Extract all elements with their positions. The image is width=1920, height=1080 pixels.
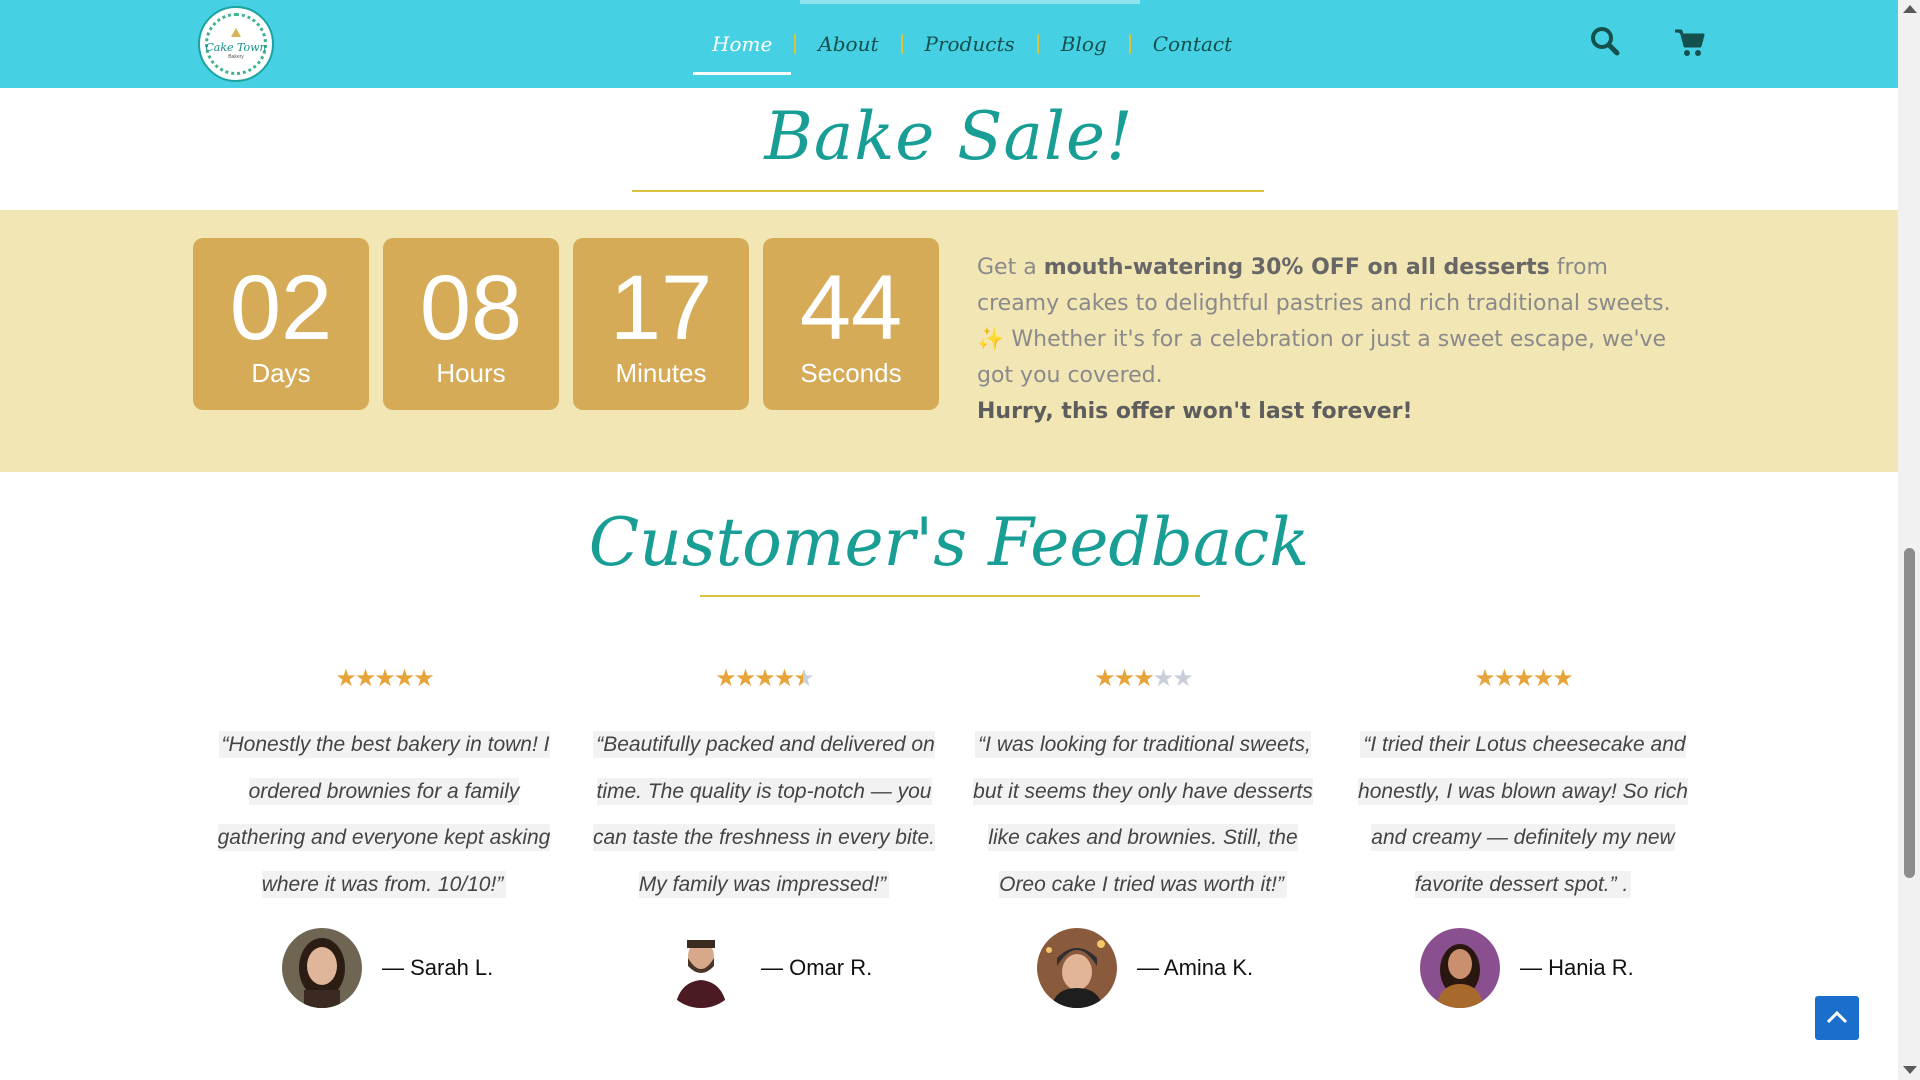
review-quote: “I was looking for traditional sweets, b… bbox=[973, 731, 1313, 898]
countdown-days: 02 Days bbox=[193, 238, 369, 410]
offer-prefix: Get a bbox=[977, 255, 1044, 280]
countdown-value: 17 bbox=[609, 257, 713, 359]
review-card: ★★★★★ “Beautifully packed and delivered … bbox=[586, 664, 942, 908]
sparkle-icon: ✨ bbox=[977, 327, 1005, 352]
logo-cake-icon bbox=[231, 28, 241, 37]
star-empty-icon: ★ bbox=[1172, 665, 1193, 692]
review-card: ★★★★★ “I was looking for traditional swe… bbox=[965, 664, 1321, 908]
star-icon: ★ bbox=[1513, 665, 1534, 692]
star-icon: ★ bbox=[335, 665, 356, 692]
star-rating: ★★★★★ bbox=[965, 664, 1321, 692]
scroll-to-top-button[interactable] bbox=[1815, 996, 1859, 1040]
star-icon: ★ bbox=[1532, 665, 1554, 692]
logo[interactable]: Cake Town Bakery bbox=[198, 6, 274, 82]
star-icon: ★ bbox=[715, 665, 736, 692]
main-nav: Home About Products Blog Contact bbox=[690, 0, 1254, 88]
scroll-down-arrow[interactable] bbox=[1903, 1066, 1917, 1074]
star-rating: ★★★★★ bbox=[586, 664, 942, 692]
star-icon: ★ bbox=[393, 665, 415, 692]
countdown-label: Seconds bbox=[800, 358, 902, 388]
author-name: — Omar R. bbox=[761, 955, 873, 980]
logo-text: Cake Town bbox=[205, 41, 267, 54]
review-card: ★★★★★ “I tried their Lotus cheesecake an… bbox=[1345, 664, 1701, 908]
title-underline bbox=[700, 595, 1200, 597]
star-icon: ★ bbox=[1493, 665, 1515, 692]
star-icon: ★ bbox=[413, 665, 434, 692]
bake-sale-title: Bake Sale! bbox=[764, 98, 1134, 175]
logo-subtext: Bakery bbox=[228, 54, 244, 60]
star-empty-icon: ★ bbox=[1152, 665, 1174, 692]
countdown-label: Hours bbox=[436, 358, 506, 388]
countdown-label: Minutes bbox=[615, 358, 707, 388]
avatar bbox=[1037, 928, 1117, 1008]
avatar bbox=[661, 928, 741, 1008]
offer-highlight: mouth-watering 30% OFF on all desserts bbox=[1043, 255, 1550, 280]
review-author: — Omar R. bbox=[661, 928, 872, 1008]
star-icon: ★ bbox=[354, 665, 376, 692]
avatar bbox=[282, 928, 362, 1008]
countdown-label: Days bbox=[251, 358, 311, 388]
countdown-hours: 08 Hours bbox=[383, 238, 559, 410]
star-icon: ★ bbox=[1094, 665, 1115, 692]
review-quote: “Beautifully packed and delivered on tim… bbox=[592, 731, 936, 898]
feedback-title: Customer's Feedback bbox=[588, 504, 1310, 581]
review-quote: “Honestly the best bakery in town! I ord… bbox=[217, 731, 551, 898]
nav-contact[interactable]: Contact bbox=[1131, 0, 1254, 88]
star-icon: ★ bbox=[1474, 665, 1495, 692]
title-underline bbox=[632, 190, 1264, 192]
site-header: Cake Town Bakery Home About Products Blo… bbox=[0, 0, 1898, 88]
offer-hurry: Hurry, this offer won't last forever! bbox=[977, 399, 1413, 424]
cart-icon[interactable] bbox=[1670, 22, 1710, 62]
offer-suffix: Whether it's for a celebration or just a… bbox=[977, 327, 1667, 388]
review-author: — Hania R. bbox=[1420, 928, 1634, 1008]
scroll-up-arrow[interactable] bbox=[1903, 5, 1917, 13]
nav-products[interactable]: Products bbox=[903, 0, 1037, 88]
avatar bbox=[1420, 928, 1500, 1008]
review-author: — Amina K. bbox=[1037, 928, 1253, 1008]
countdown-value: 02 bbox=[229, 257, 333, 359]
review-quote: “I tried their Lotus cheesecake and hone… bbox=[1358, 731, 1688, 898]
countdown-minutes: 17 Minutes bbox=[573, 238, 749, 410]
review-card: ★★★★★ “Honestly the best bakery in town!… bbox=[206, 664, 562, 908]
star-icon: ★ bbox=[754, 665, 775, 692]
star-icon: ★ bbox=[1113, 665, 1135, 692]
star-half-icon: ★ bbox=[793, 665, 814, 692]
countdown-seconds: 44 Seconds bbox=[763, 238, 939, 410]
offer-text: Get a mouth-watering 30% OFF on all dess… bbox=[977, 250, 1697, 430]
scrollbar-thumb[interactable] bbox=[1904, 548, 1915, 878]
star-icon: ★ bbox=[1133, 665, 1154, 692]
star-icon: ★ bbox=[773, 665, 795, 692]
nav-blog[interactable]: Blog bbox=[1039, 0, 1129, 88]
chevron-up-icon bbox=[1826, 1010, 1848, 1024]
nav-about[interactable]: About bbox=[796, 0, 900, 88]
star-rating: ★★★★★ bbox=[206, 664, 562, 692]
star-rating: ★★★★★ bbox=[1345, 664, 1701, 692]
author-name: — Amina K. bbox=[1137, 955, 1254, 980]
star-icon: ★ bbox=[734, 665, 756, 692]
scrollbar[interactable] bbox=[1898, 0, 1920, 1080]
star-icon: ★ bbox=[374, 665, 395, 692]
author-name: — Hania R. bbox=[1520, 955, 1634, 980]
nav-home[interactable]: Home bbox=[690, 0, 794, 88]
countdown-value: 08 bbox=[419, 257, 523, 359]
countdown-value: 44 bbox=[799, 257, 903, 359]
author-name: — Sarah L. bbox=[382, 955, 494, 980]
star-icon: ★ bbox=[1552, 665, 1573, 692]
review-author: — Sarah L. bbox=[282, 928, 493, 1008]
search-icon[interactable] bbox=[1586, 22, 1626, 62]
